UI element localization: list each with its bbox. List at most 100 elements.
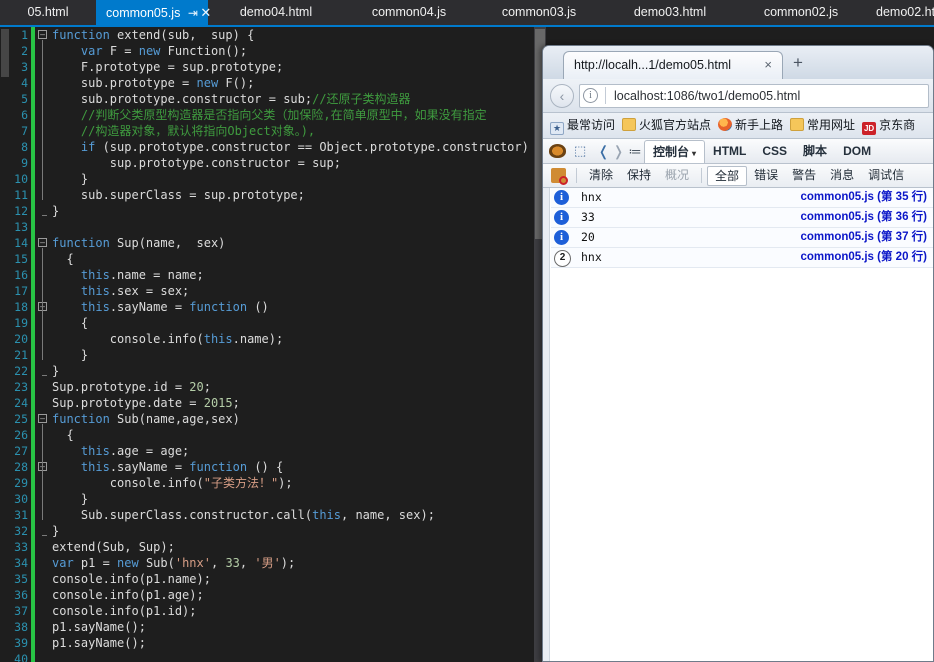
editor-tab-05-html[interactable]: 05.html <box>0 0 96 25</box>
code-line[interactable]: } <box>52 363 542 379</box>
console-filter-消息[interactable]: 消息 <box>823 165 861 186</box>
code-line[interactable]: sub.prototype.constructor = sub;//还原子类构造… <box>52 91 542 107</box>
firebug-panel-HTML[interactable]: HTML <box>705 140 754 163</box>
code-line[interactable]: function extend(sub, sup) { <box>52 27 542 43</box>
code-line[interactable]: this.age = age; <box>52 443 542 459</box>
code-line[interactable]: function Sub(name,age,sex) <box>52 411 542 427</box>
code-line[interactable]: F.prototype = sup.prototype; <box>52 59 542 75</box>
editor-tab-demo03-html[interactable]: demo03.html <box>604 0 736 25</box>
clear-console-icon[interactable] <box>551 168 568 185</box>
line-number: 25 <box>14 412 28 426</box>
editor-tab-common05-js[interactable]: common05.js ⇥ ✕ <box>96 0 211 25</box>
firebug-panel-控制台[interactable]: 控制台 ▾ <box>644 140 706 163</box>
firebug-panel-CSS[interactable]: CSS <box>754 140 795 163</box>
code-line[interactable]: } <box>52 203 542 219</box>
console-log-panel[interactable]: i hnx common05.js (第 35 行) i 33 common05.js (… <box>543 188 933 661</box>
code-line[interactable]: //构造器对象，默认将指向Object对象。), <box>52 123 542 139</box>
console-action-概况[interactable]: 概况 <box>658 165 696 186</box>
back-arrow-icon[interactable]: ❬ <box>596 142 611 161</box>
console-log-row[interactable]: i hnx common05.js (第 35 行) <box>551 188 933 208</box>
new-tab-icon[interactable]: + <box>793 53 803 73</box>
bookmark-item[interactable]: ★ 最常访问 <box>550 113 615 138</box>
code-line[interactable]: } <box>52 171 542 187</box>
url-input[interactable]: localhost:1086/two1/demo05.html <box>579 84 929 108</box>
code-line[interactable]: console.info(p1.name); <box>52 571 542 587</box>
code-line[interactable]: sup.prototype.constructor = sup; <box>52 155 542 171</box>
code-line[interactable]: function Sup(name, sex) <box>52 235 542 251</box>
console-source-link[interactable]: common05.js (第 35 行) <box>800 188 927 207</box>
code-line[interactable] <box>52 651 542 662</box>
back-arrow-icon[interactable]: ‹ <box>550 84 574 108</box>
code-line[interactable]: Sub.superClass.constructor.call(this, na… <box>52 507 542 523</box>
bookmark-item[interactable]: 火狐官方站点 <box>622 113 711 138</box>
site-identity-icon[interactable]: i <box>583 88 598 103</box>
code-line[interactable]: { <box>52 427 542 443</box>
firebug-bug-icon[interactable] <box>549 144 566 158</box>
code-line[interactable]: } <box>52 347 542 363</box>
editor-tab-common04-js[interactable]: common04.js <box>344 0 474 25</box>
fold-collapse-icon[interactable]: – <box>38 30 47 39</box>
code-line[interactable]: this.sayName = function () <box>52 299 542 315</box>
console-source-link[interactable]: common05.js (第 37 行) <box>800 228 927 247</box>
console-source-link[interactable]: common05.js (第 36 行) <box>800 208 927 227</box>
editor-tab-common02-js[interactable]: common02.js <box>736 0 866 25</box>
fold-end-marker <box>42 215 47 216</box>
code-line[interactable]: sub.superClass = sup.prototype; <box>52 187 542 203</box>
inspect-icon[interactable]: ⬚ <box>574 144 590 158</box>
code-folding-column[interactable]: ––––– <box>36 27 50 662</box>
firebug-panel-label: HTML <box>713 144 747 158</box>
code-line[interactable]: { <box>52 315 542 331</box>
console-log-row[interactable]: i 33 common05.js (第 36 行) <box>551 208 933 228</box>
fold-collapse-icon[interactable]: – <box>38 238 47 247</box>
console-action-保持[interactable]: 保持 <box>620 165 658 186</box>
code-line[interactable]: } <box>52 523 542 539</box>
bookmark-item[interactable]: JD 京东商 <box>862 113 915 138</box>
code-line[interactable]: p1.sayName(); <box>52 619 542 635</box>
bookmark-item[interactable]: 常用网址 <box>790 113 855 138</box>
fold-collapse-icon[interactable]: – <box>38 414 47 423</box>
console-filter-全部[interactable]: 全部 <box>707 166 748 186</box>
console-filter-错误[interactable]: 错误 <box>747 165 785 186</box>
code-line[interactable]: Sup.prototype.date = 2015; <box>52 395 542 411</box>
browser-tab[interactable]: http://localh...1/demo05.html × <box>563 51 783 79</box>
code-line[interactable]: this.sex = sex; <box>52 283 542 299</box>
firebug-panel-DOM[interactable]: DOM <box>835 140 879 163</box>
editor-tab-demo04-html[interactable]: demo04.html <box>208 0 344 25</box>
code-line[interactable]: this.name = name; <box>52 267 542 283</box>
line-number: 37 <box>14 604 28 618</box>
firebug-panel-脚本[interactable]: 脚本 <box>795 140 835 163</box>
editor-tab-common03-js[interactable]: common03.js <box>474 0 604 25</box>
code-editor[interactable]: 1 2 3 4 5 6 7 8 9 10 11 12 13 14 15 16 17 18 19 20 21 22 23 24 2… <box>0 27 546 662</box>
stack-icon[interactable]: ≔ <box>626 142 644 161</box>
close-icon[interactable]: × <box>764 52 772 78</box>
code-line[interactable]: if (sup.prototype.constructor == Object.… <box>52 139 543 155</box>
code-line[interactable]: var p1 = new Sub('hnx', 33, '男'); <box>52 555 542 571</box>
code-content[interactable]: function extend(sub, sup) { var F = new … <box>52 27 543 662</box>
console-log-row[interactable]: i 20 common05.js (第 37 行) <box>551 228 933 248</box>
console-filter-警告[interactable]: 警告 <box>785 165 823 186</box>
code-line[interactable]: sub.prototype = new F(); <box>52 75 542 91</box>
code-line[interactable]: } <box>52 491 542 507</box>
console-action-清除[interactable]: 清除 <box>582 165 620 186</box>
line-number: 39 <box>14 636 28 650</box>
code-line[interactable]: console.info(p1.id); <box>52 603 542 619</box>
code-line[interactable]: this.sayName = function () { <box>52 459 542 475</box>
pin-icon[interactable]: ⇥ <box>186 1 199 25</box>
console-filter-调试信[interactable]: 调试信 <box>861 165 911 186</box>
code-line[interactable]: console.info("子类方法！"); <box>52 475 542 491</box>
code-line[interactable]: var F = new Function(); <box>52 43 542 59</box>
code-line[interactable]: extend(Sub, Sup); <box>52 539 542 555</box>
code-line[interactable]: //判断父类原型构造器是否指向父类（加保险,在简单原型中，如果没有指定 <box>52 107 542 123</box>
forward-arrow-icon[interactable]: ❭ <box>611 142 626 161</box>
editor-tab-demo02-htm[interactable]: demo02.htm <box>866 0 934 25</box>
code-line[interactable]: console.info(p1.age); <box>52 587 542 603</box>
console-source-link[interactable]: common05.js (第 20 行) <box>800 248 927 267</box>
code-line[interactable]: console.info(this.name); <box>52 331 542 347</box>
console-log-row[interactable]: 2 hnx common05.js (第 20 行) <box>551 248 933 268</box>
chevron-down-icon[interactable]: ▾ <box>692 149 696 158</box>
code-line[interactable] <box>52 219 542 235</box>
code-line[interactable]: p1.sayName(); <box>52 635 542 651</box>
code-line[interactable]: Sup.prototype.id = 20; <box>52 379 542 395</box>
code-line[interactable]: { <box>52 251 542 267</box>
bookmark-item[interactable]: 新手上路 <box>718 113 783 138</box>
